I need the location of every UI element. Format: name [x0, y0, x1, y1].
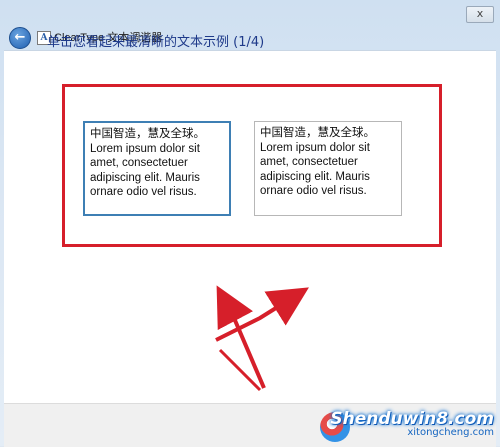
- watermark-main-text: Shenduwin8.com: [330, 409, 494, 429]
- annotation-arrow-extra: [218, 348, 262, 392]
- watermark: Shenduwin8.com xitongcheng.com: [330, 409, 494, 438]
- window-frame: x ← A ClearType 文本调谐器 单击您看起来最清晰的文本示例 (1/…: [0, 0, 500, 447]
- annotation-arrows: [215, 285, 309, 392]
